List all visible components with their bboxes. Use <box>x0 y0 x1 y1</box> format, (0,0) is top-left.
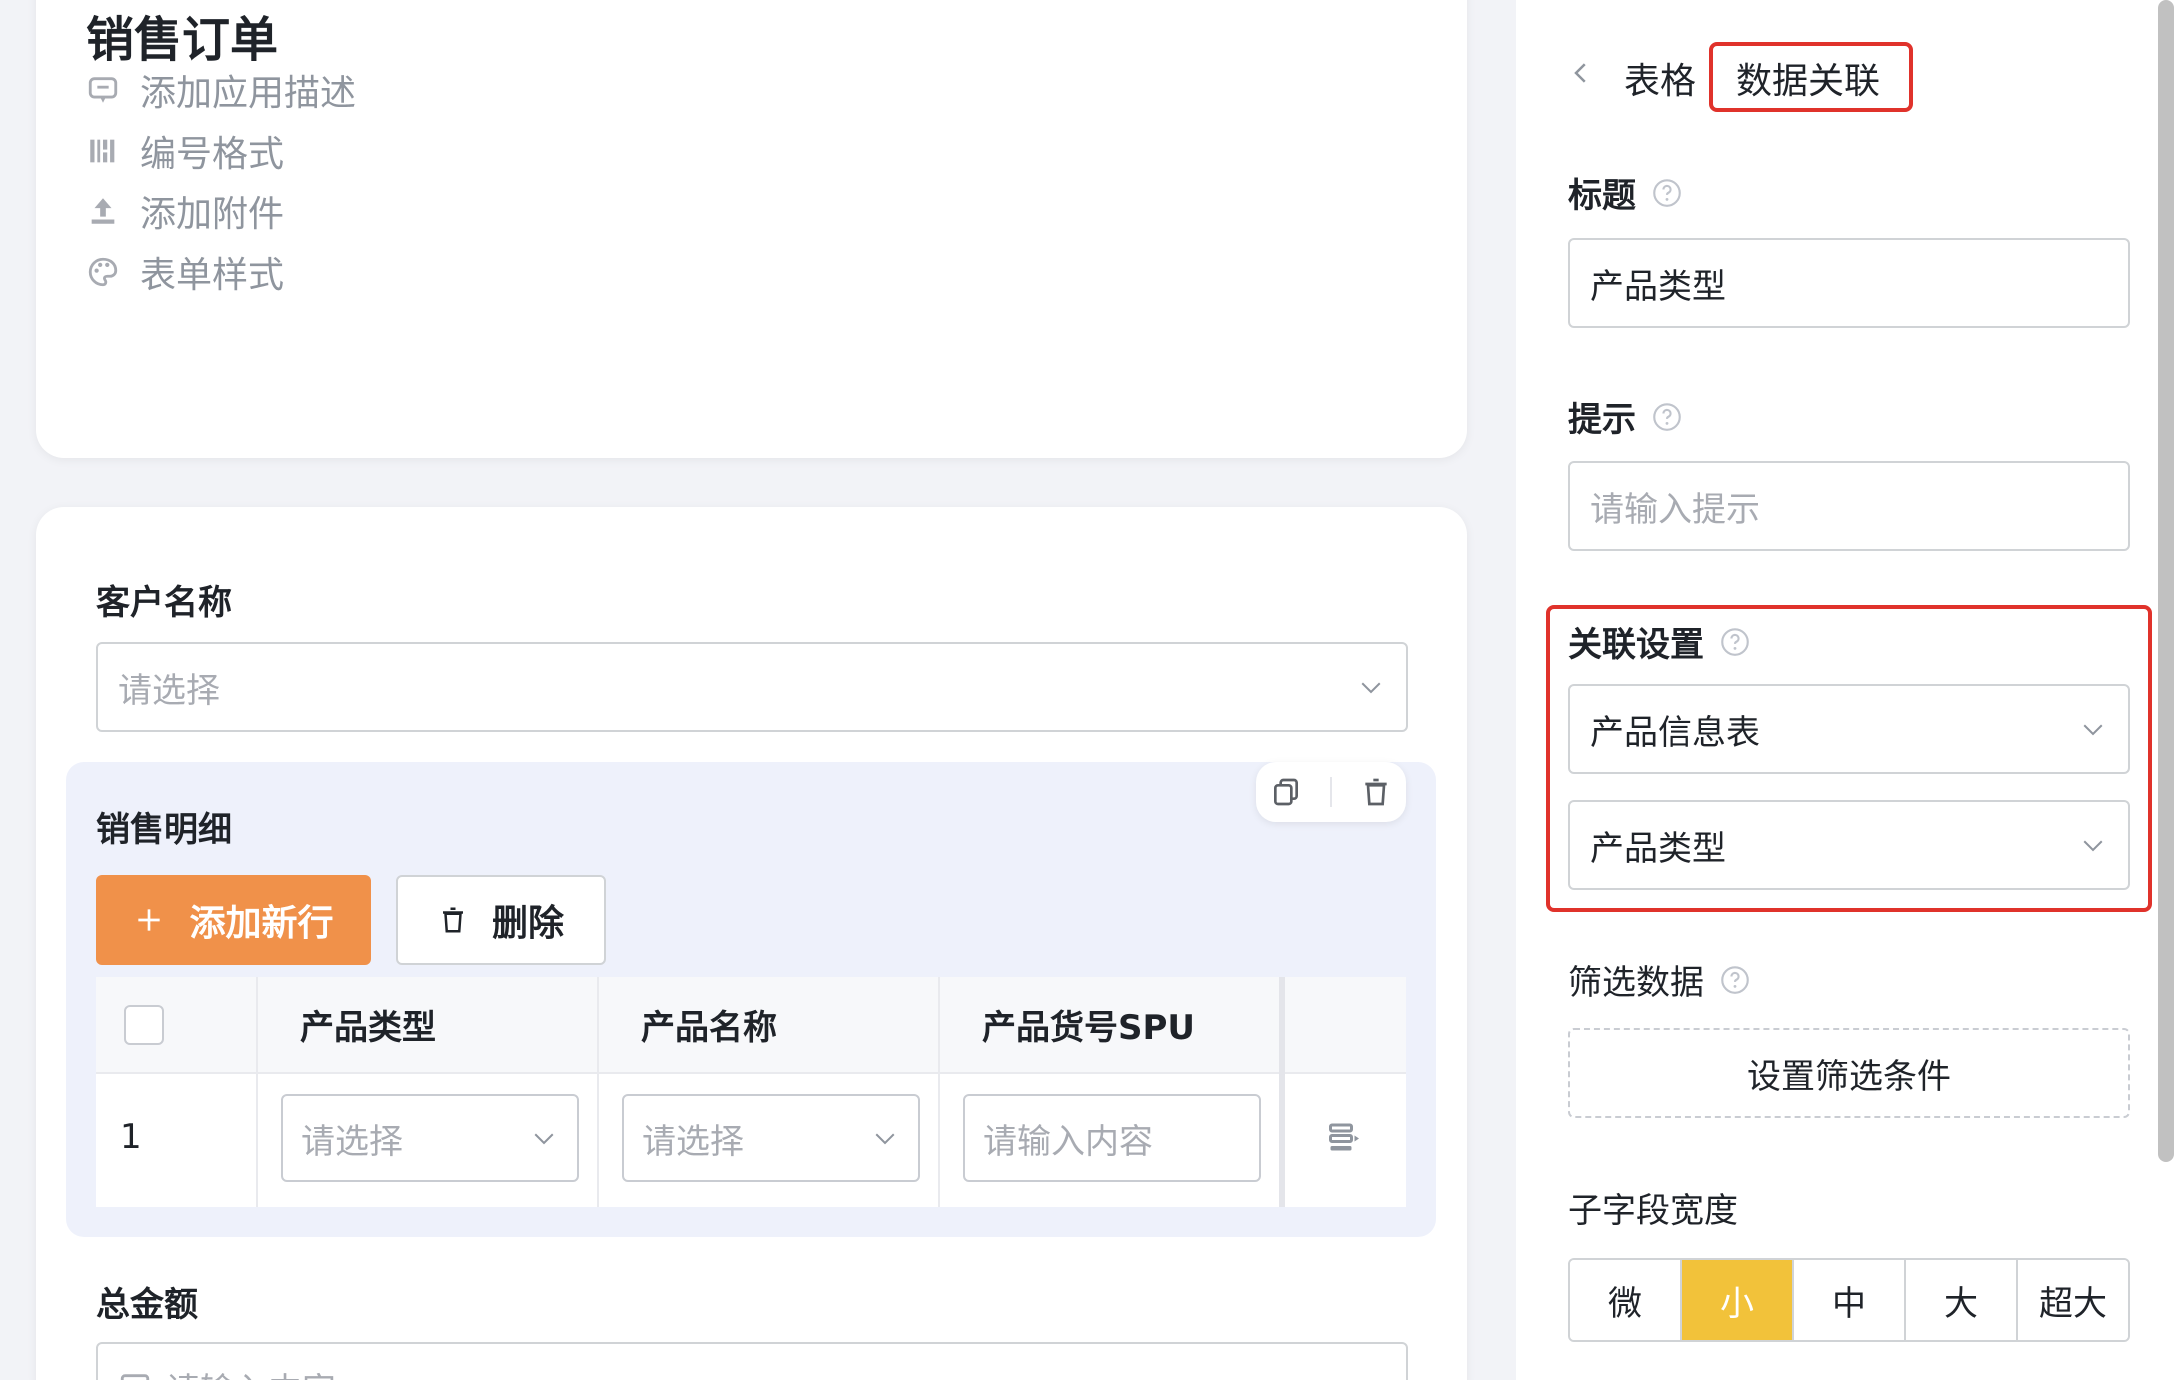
title-label-text: 标题 <box>1568 176 1636 216</box>
palette-icon <box>88 257 118 287</box>
trash-icon[interactable] <box>1360 776 1392 808</box>
breadcrumb-parent[interactable]: 表格 <box>1624 52 1696 104</box>
customer-label: 客户名称 <box>96 583 232 623</box>
row-name-placeholder: 请选择 <box>642 1121 744 1162</box>
total-amount-label: 总金额 <box>96 1285 198 1325</box>
set-filter-button[interactable]: 设置筛选条件 <box>1568 1028 2130 1118</box>
number-format-option[interactable]: 编号格式 <box>86 126 284 176</box>
delete-button[interactable]: 删除 <box>396 875 606 965</box>
comment-icon <box>88 77 118 103</box>
trash-icon <box>442 907 463 933</box>
copy-icon[interactable] <box>1270 776 1302 808</box>
calculator-icon <box>120 1374 150 1380</box>
back-chevron-icon[interactable] <box>1566 58 1596 88</box>
title-field-label: 标题 <box>1568 168 1684 217</box>
width-option-medium[interactable]: 中 <box>1794 1260 1906 1340</box>
subtable-toolbar <box>1256 762 1406 822</box>
row-type-select[interactable]: 请选择 <box>281 1094 579 1182</box>
option-label: 添加附件 <box>140 194 285 235</box>
relation-highlight <box>1546 605 2152 912</box>
subfield-width-segmented: 微 小 中 大 超大 <box>1568 1258 2130 1342</box>
total-amount-input[interactable]: 请输入内容 <box>96 1342 1408 1380</box>
form-style-option[interactable]: 表单样式 <box>86 247 284 297</box>
option-label: 编号格式 <box>140 134 285 175</box>
width-option-large[interactable]: 大 <box>1906 1260 2018 1340</box>
filter-label-text: 筛选数据 <box>1568 963 1704 1003</box>
chevron-down-icon <box>875 1133 895 1145</box>
total-amount-placeholder: 请输入内容 <box>166 1363 1386 1380</box>
form-body-card: 客户名称 请选择 销售明细 添加新行 删除 产品类型 产品名称 产品货号SPU … <box>36 507 1467 1380</box>
form-settings-card: 销售订单 添加应用描述 编号格式 添加附件 表单样式 <box>36 0 1467 458</box>
scrollbar[interactable] <box>2158 0 2174 1162</box>
add-row-button[interactable]: 添加新行 <box>96 875 371 965</box>
chevron-down-icon <box>534 1133 554 1145</box>
hint-placeholder: 请输入提示 <box>1590 489 1760 530</box>
plus-icon <box>138 909 161 931</box>
row-name-select[interactable]: 请选择 <box>622 1094 920 1182</box>
column-header-name: 产品名称 <box>641 1008 777 1048</box>
upload-icon <box>91 198 115 224</box>
hint-label-text: 提示 <box>1568 400 1636 440</box>
delete-label: 删除 <box>491 903 564 944</box>
row-spu-placeholder: 请输入内容 <box>983 1121 1153 1162</box>
add-description-option[interactable]: 添加应用描述 <box>86 65 356 115</box>
row-detail-icon[interactable] <box>1326 1119 1362 1155</box>
help-icon[interactable] <box>1650 176 1684 210</box>
option-label: 表单样式 <box>140 255 285 296</box>
sales-detail-label: 销售明细 <box>96 810 232 850</box>
help-icon[interactable] <box>1718 963 1752 997</box>
subfield-width-label: 子字段宽度 <box>1568 1191 1738 1231</box>
column-header-type: 产品类型 <box>300 1008 436 1048</box>
chevron-down-icon <box>1361 682 1381 694</box>
hint-field-label: 提示 <box>1568 392 1684 441</box>
breadcrumb-highlight <box>1709 42 1913 112</box>
filter-data-label: 筛选数据 <box>1568 955 1752 1004</box>
help-icon[interactable] <box>1650 400 1684 434</box>
add-attachment-option[interactable]: 添加附件 <box>86 186 284 236</box>
customer-placeholder: 请选择 <box>118 670 220 711</box>
width-option-small[interactable]: 小 <box>1682 1260 1794 1340</box>
barcode-icon <box>90 139 115 163</box>
customer-select[interactable]: 请选择 <box>96 642 1408 732</box>
add-row-label: 添加新行 <box>189 903 334 944</box>
page-title: 销售订单 <box>86 12 279 68</box>
width-option-micro[interactable]: 微 <box>1570 1260 1682 1340</box>
option-label: 添加应用描述 <box>140 73 357 114</box>
hint-input[interactable]: 请输入提示 <box>1568 461 2130 551</box>
detail-table: 产品类型 产品名称 产品货号SPU 1 请选择 请选择 请输入内容 <box>96 977 1406 1207</box>
width-option-xlarge[interactable]: 超大 <box>2018 1260 2128 1340</box>
sales-detail-subtable: 销售明细 添加新行 删除 产品类型 产品名称 产品货号SPU 1 请选择 请选择… <box>66 762 1436 1237</box>
field-settings-panel: 表格 数据关联 标题 产品类型 提示 请输入提示 关联设置 产品信息表 产品类型… <box>1516 0 2176 1380</box>
row-type-placeholder: 请选择 <box>301 1121 403 1162</box>
title-input[interactable]: 产品类型 <box>1568 238 2130 328</box>
select-all-checkbox[interactable] <box>124 1005 164 1045</box>
row-spu-input[interactable]: 请输入内容 <box>963 1094 1261 1182</box>
row-index: 1 <box>120 1117 142 1157</box>
column-header-spu: 产品货号SPU <box>982 1008 1196 1048</box>
title-input-value: 产品类型 <box>1590 266 1726 307</box>
